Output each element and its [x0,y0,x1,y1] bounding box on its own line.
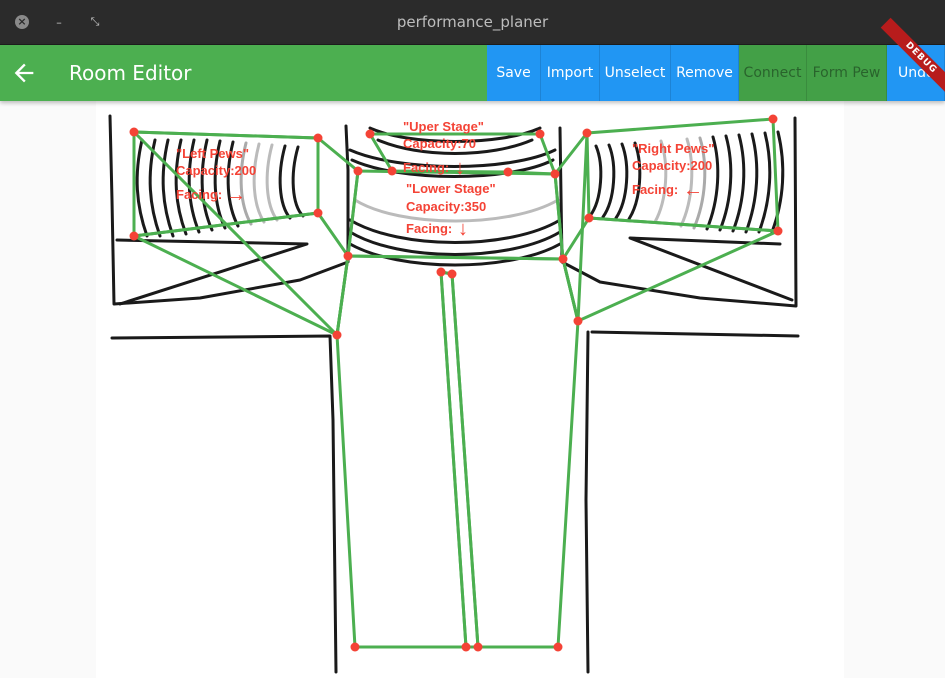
app-bar: Room Editor Save Import Unselect Remove … [0,17,945,101]
upper-stage-facing: Facing: [403,160,449,175]
editor-body: "Left Pews" Capacity:200 Facing: → "Uper… [0,101,945,678]
remove-button[interactable]: Remove [671,45,739,101]
center-aisle-polygon[interactable] [439,270,480,649]
import-button[interactable]: Import [541,45,600,101]
save-button[interactable]: Save [487,45,541,101]
left-pews-name: "Left Pews" [176,146,249,161]
right-pews-polygon[interactable] [585,117,780,233]
window-title: performance_planer [396,13,549,31]
floor-plan-canvas[interactable]: "Left Pews" Capacity:200 Facing: → "Uper… [0,101,945,678]
lower-stage-facing: Facing: [406,221,452,236]
page-title: Room Editor [69,61,192,85]
facing-down-arrow-icon: ↓ [458,218,468,240]
action-toolbar: Save Import Unselect Remove Connect Form… [487,45,945,101]
right-pews-name: "Right Pews" [632,141,714,156]
aisle-polygon[interactable] [335,254,580,649]
left-pews-facing: Facing: [176,187,222,202]
lower-stage-capacity: Capacity:350 [406,199,486,214]
lower-stage-name: "Lower Stage" [406,181,496,196]
connect-button[interactable]: Connect [739,45,807,101]
upper-stage-capacity: Capacity:70 [403,136,476,151]
form-pew-button[interactable]: Form Pew [807,45,887,101]
window-titlebar: × – ⤡ performance_planer [0,0,945,45]
arrow-back-icon[interactable] [10,59,38,87]
right-pews-facing: Facing: [632,182,678,197]
right-pews-capacity: Capacity:200 [632,158,712,173]
left-pews-capacity: Capacity:200 [176,163,256,178]
facing-left-arrow-icon: ← [683,179,703,201]
unselect-button[interactable]: Unselect [600,45,671,101]
facing-right-arrow-icon: → [226,184,246,206]
upper-stage-name: "Uper Stage" [403,119,484,134]
facing-down-arrow-icon: ↓ [455,157,465,179]
